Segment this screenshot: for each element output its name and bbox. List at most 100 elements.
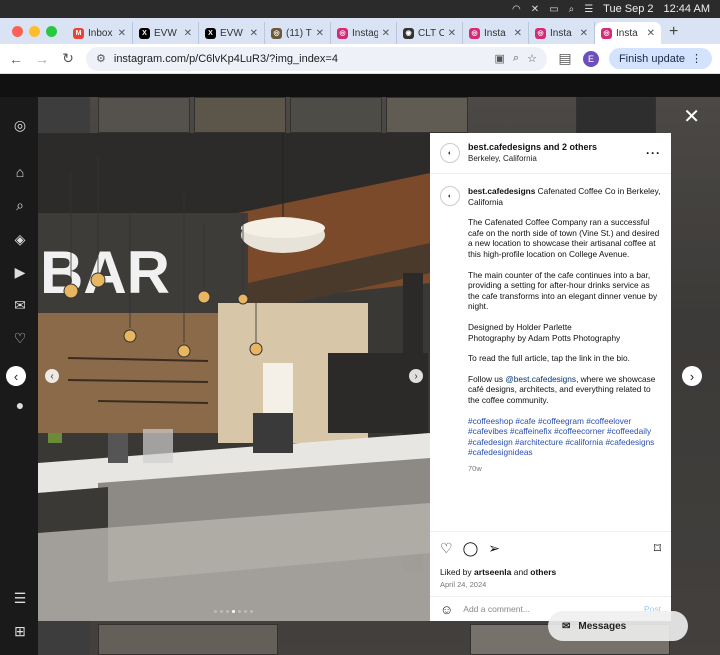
install-app-icon[interactable]: ▣ [495,52,505,65]
explore-icon[interactable]: ◈ [12,231,28,247]
tab-close-icon[interactable]: ✕ [647,28,655,39]
tab-close-icon[interactable]: ✕ [184,28,192,39]
instagram-icon: ◎ [535,27,546,39]
carousel-previous-icon[interactable]: ‹ [45,369,59,383]
instagram-logo-icon[interactable]: ◎ [12,117,28,133]
zoom-icon[interactable]: ⌕ [513,52,519,65]
comment-input[interactable]: Add a comment... [463,604,530,614]
browser-tab[interactable]: X EVW ✕ [133,22,199,44]
browser-tab[interactable]: M Inbox ✕ [67,22,133,44]
battery-icon[interactable]: ▭ [549,4,558,15]
tab-label: EVW [220,27,243,39]
home-icon[interactable]: ⌂ [12,164,28,180]
tabs: M Inbox ✕ X EVW ✕ X EVW ✕ ◎ (11) T ✕ ◎ Instag ✕ ◉ CLT C ✕… [67,18,661,44]
browser-tab[interactable]: ◎ Insta ✕ [463,22,529,44]
wifi-icon[interactable]: ◠ [512,4,521,15]
comment-icon[interactable]: ◯ [463,540,479,557]
tab-close-icon[interactable]: ✕ [316,28,324,39]
bar-sign-text: BAR [40,239,170,306]
minimize-window-button[interactable] [29,25,40,37]
next-post-icon[interactable]: › [682,366,702,386]
browser-tab[interactable]: ◎ Insta ✕ [595,22,661,44]
tab-label: Insta [550,27,572,39]
post-location[interactable]: Berkeley, California [468,153,638,164]
tab-label: (11) T [286,27,312,39]
share-send-icon[interactable]: ➢ [488,540,500,557]
carousel-dot [214,610,217,613]
menubar-date: Tue Sep 2 [603,3,654,15]
new-tab-button[interactable]: + [661,23,686,41]
forward-icon[interactable]: → [34,51,50,67]
mention-link[interactable]: @best.cafedesigns [505,374,576,384]
search-icon[interactable]: ⌕ [12,197,28,213]
bookmark-star-icon[interactable]: ☆ [527,52,537,65]
caption-paragraph-4: To read the full article, tap the link i… [468,353,630,364]
author-avatar[interactable]: ◐ [440,143,460,163]
reload-icon[interactable]: ↻ [60,50,76,67]
post-photo: BAR ‹ › [38,133,430,621]
post-author[interactable]: best.cafedesigns and 2 others [468,142,638,153]
caption-username[interactable]: best.cafedesigns [468,186,535,196]
tab-close-icon[interactable]: ✕ [250,28,258,39]
browser-tab[interactable]: ◎ Insta ✕ [529,22,595,44]
carousel-dot [232,610,235,613]
also-from-meta-icon[interactable]: ⊞ [12,623,28,639]
tab-close-icon[interactable]: ✕ [118,28,126,39]
tab-close-icon[interactable]: ✕ [382,28,390,39]
close-modal-icon[interactable]: ✕ [683,104,700,129]
finish-update-button[interactable]: Finish update ⋮ [608,48,712,69]
post-caption: ◐ best.cafedesigns Cafenated Coffee Co i… [430,174,671,474]
notifications-heart-icon[interactable]: ♡ [12,330,28,346]
tab-label: Instag [352,27,378,39]
carousel-dot [250,610,253,613]
caption-avatar[interactable]: ◐ [440,186,460,206]
profile-avatar-icon[interactable]: ● [12,397,28,413]
cafe-interior-image: BAR [38,133,430,621]
kebab-menu-icon: ⋮ [691,53,702,65]
close-window-button[interactable] [12,25,23,37]
side-panel-icon[interactable]: ▤ [557,50,573,67]
control-center-icon[interactable]: ☰ [584,4,593,15]
instagram-icon: ◎ [337,27,348,39]
url-omnibox[interactable]: ⚙ instagram.com/p/C6lvKp4LuR3/?img_index… [86,46,547,71]
browser-tab[interactable]: ◉ CLT C ✕ [397,22,463,44]
liked-by-others[interactable]: others [530,567,556,577]
more-options-icon[interactable]: ··· [646,146,661,160]
browser-tab[interactable]: ◎ Instag ✕ [331,22,397,44]
liked-by-and: and [511,567,531,577]
previous-post-icon[interactable]: ‹ [6,366,26,386]
emoji-icon[interactable]: ☺ [440,602,453,617]
liked-by-user[interactable]: artseenla [474,567,511,577]
instagram-icon: ◎ [469,27,480,39]
address-bar: ← → ↻ ⚙ instagram.com/p/C6lvKp4LuR3/?img… [0,44,720,74]
tab-close-icon[interactable]: ✕ [514,28,522,39]
zoom-window-button[interactable] [46,25,57,37]
tab-close-icon[interactable]: ✕ [448,28,456,39]
carousel-next-icon[interactable]: › [409,369,423,383]
messages-button[interactable]: ✉ Messages [548,611,688,641]
tab-close-icon[interactable]: ✕ [580,28,588,39]
site-settings-icon[interactable]: ⚙ [96,52,106,65]
tab-strip: M Inbox ✕ X EVW ✕ X EVW ✕ ◎ (11) T ✕ ◎ Instag ✕ ◉ CLT C ✕… [0,18,720,44]
hashtags[interactable]: #coffeeshop #cafe #coffeegram #coffeelov… [468,416,661,458]
like-heart-icon[interactable]: ♡ [440,540,453,557]
reels-icon[interactable]: ▶ [12,264,28,280]
save-bookmark-icon[interactable]: ⌑ [654,540,661,557]
messenger-icon: ✉ [562,620,571,632]
messenger-icon[interactable]: ✉ [12,297,28,313]
carousel-dot [226,610,229,613]
caption-designer: Designed by Holder Parlette [468,321,572,332]
menu-icon[interactable]: ☰ [12,590,28,606]
window-controls [0,25,67,37]
search-icon[interactable]: ⌕ [569,4,575,15]
finish-update-label: Finish update [618,52,685,65]
mute-icon[interactable]: ✕ [531,4,539,15]
back-icon[interactable]: ← [8,51,24,67]
post-date: April 24, 2024 [440,580,487,589]
browser-tab[interactable]: ◎ (11) T ✕ [265,22,331,44]
url-text[interactable]: instagram.com/p/C6lvKp4LuR3/?img_index=4 [114,53,487,65]
browser-tab[interactable]: X EVW ✕ [199,22,265,44]
profile-avatar[interactable]: E [582,50,599,67]
x-icon: X [139,27,150,39]
caption-paragraph-1: The Cafenated Coffee Company ran a succe… [468,217,660,259]
